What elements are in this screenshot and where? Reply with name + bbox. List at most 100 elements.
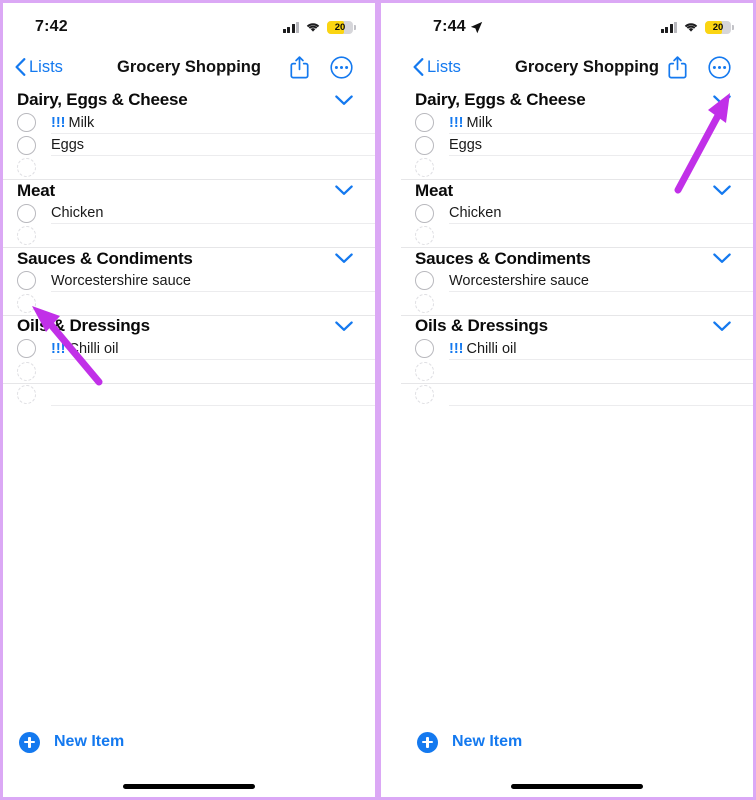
list-item[interactable] [3,360,375,382]
item-checkbox[interactable] [17,361,36,381]
item-checkbox[interactable] [415,158,434,178]
new-item-button[interactable]: New Item [3,722,375,762]
share-button[interactable] [290,55,309,79]
list-item[interactable]: Chicken [3,202,375,225]
list-item[interactable]: Eggs [3,134,375,157]
item-checkbox[interactable] [415,135,434,155]
nav-actions [290,55,353,79]
list-item[interactable] [3,383,375,406]
item-checkbox[interactable] [17,339,36,359]
section-collapse-chevron-icon[interactable] [713,185,731,196]
chevron-down-icon [713,321,731,331]
item-checkbox[interactable] [17,384,36,404]
item-checkbox[interactable] [17,203,36,223]
list-item[interactable]: Worcestershire sauce [401,270,753,293]
chevron-down-icon [713,253,731,263]
item-checkbox[interactable] [415,361,434,381]
section-header: Meat [401,179,753,201]
more-options-button[interactable] [708,55,731,79]
section-header: Oils & Dressings [401,315,753,337]
section-collapse-chevron-icon[interactable] [713,321,731,332]
status-indicators: 20 [660,20,734,34]
section-header: Dairy, Eggs & Cheese [401,89,753,111]
item-checkbox[interactable] [17,113,36,133]
list-item[interactable] [3,156,375,178]
section-header: Sauces & Condiments [3,247,375,269]
wifi-icon [684,23,698,32]
item-label: !!! Milk [449,114,493,131]
chevron-down-icon [713,185,731,196]
more-options-button[interactable] [330,55,353,79]
list-item[interactable]: Worcestershire sauce [3,270,375,293]
section-title: Meat [17,180,55,200]
section-header: Oils & Dressings [3,315,375,337]
item-checkbox[interactable] [415,293,434,313]
back-button-label: Lists [29,57,63,76]
phone-panel-right: 7:44 20 Lists Grocery Shopping Dairy, Eggs &… [378,0,756,800]
row-hairline [449,404,753,406]
status-time-label: 7:42 [35,18,68,35]
navigation-bar: Lists Grocery Shopping [3,45,375,89]
item-checkbox[interactable] [17,135,36,155]
battery-cap [353,24,356,30]
section-title: Sauces & Condiments [17,248,193,268]
section-collapse-chevron-icon[interactable] [713,253,731,264]
list-item[interactable] [401,360,753,382]
item-checkbox[interactable] [17,271,36,291]
location-arrow-icon [470,21,483,34]
chevron-down-icon [335,95,353,105]
list-item[interactable]: !!! Chilli oil [401,338,753,361]
section-collapse-chevron-icon[interactable] [335,95,353,106]
section-title: Meat [415,180,453,200]
dual-screenshot-stage: 7:42 20 Lists Grocery Shopping Dairy, Eggs &… [0,0,756,800]
chevron-down-icon [335,321,353,331]
navigation-bar: Lists Grocery Shopping [401,45,753,89]
new-item-label: New Item [54,733,125,750]
item-checkbox[interactable] [17,226,36,245]
item-label: Chicken [51,205,104,222]
item-checkbox[interactable] [415,384,434,404]
item-checkbox[interactable] [415,339,434,359]
list-item[interactable] [3,224,375,246]
list-item[interactable]: Eggs [401,134,753,157]
status-indicators: 20 [282,20,356,34]
share-button[interactable] [668,55,687,79]
plus-circle-icon [19,731,40,753]
share-icon [290,55,309,78]
section-collapse-chevron-icon[interactable] [335,185,353,196]
battery-cap [731,24,734,30]
chevron-down-icon [335,185,353,196]
item-label: Eggs [449,137,483,154]
item-checkbox[interactable] [415,226,434,245]
section-collapse-chevron-icon[interactable] [713,95,731,106]
list-item[interactable]: !!! Milk [3,111,375,134]
section-title: Dairy, Eggs & Cheese [415,90,586,110]
list-item[interactable] [401,224,753,246]
priority-marker: !!! [449,114,464,131]
section-collapse-chevron-icon[interactable] [335,321,353,332]
section-title: Oils & Dressings [415,316,548,336]
item-checkbox[interactable] [415,113,434,133]
cellular-bars-icon [282,21,299,33]
list-item[interactable] [401,292,753,314]
wifi-icon [306,23,320,32]
list-item[interactable] [3,292,375,314]
home-indicator [123,784,255,789]
list-item[interactable] [401,383,753,406]
list-item[interactable] [401,156,753,178]
new-item-button[interactable]: New Item [401,722,753,762]
item-checkbox[interactable] [17,293,36,313]
wifi-icon [305,21,321,33]
list-item[interactable]: Chicken [401,202,753,225]
item-checkbox[interactable] [415,203,434,223]
chevron-left-icon [413,58,424,76]
list-item[interactable]: !!! Chilli oil [3,338,375,361]
item-checkbox[interactable] [415,271,434,291]
list-item[interactable]: !!! Milk [401,111,753,134]
section-collapse-chevron-icon[interactable] [335,253,353,264]
reminders-list: Dairy, Eggs & Cheese !!! Milk Eggs Meat Chick… [401,89,753,406]
chevron-down-icon [335,253,353,263]
back-to-lists-button[interactable]: Lists [15,58,63,77]
item-checkbox[interactable] [17,158,36,178]
back-to-lists-button[interactable]: Lists [413,58,461,77]
